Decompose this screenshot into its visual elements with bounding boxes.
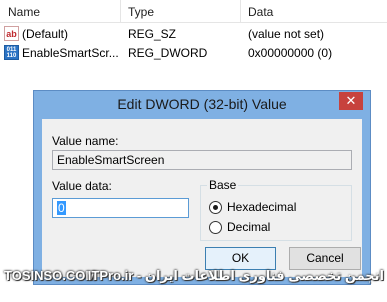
registry-value-row[interactable]: 011 110 EnableSmartScr... REG_DWORD 0x000… [0,44,387,62]
column-divider[interactable] [240,0,241,22]
value-data-label: Value data: [52,179,112,193]
edit-dword-dialog: Edit DWORD (32-bit) Value ✕ Value name: … [33,90,371,285]
watermark-right-text: انجمن تخصصی فناوری اطلاعات ایران - ITPro… [87,268,384,283]
radio-label: Decimal [227,220,271,234]
base-label: Base [207,178,239,192]
watermark-left-text: TOSINSO.COM [4,268,97,283]
column-divider[interactable] [120,0,121,22]
dialog-title: Edit DWORD (32-bit) Value [117,96,287,112]
radio-selected-icon[interactable] [209,201,222,214]
dialog-body: Value name: EnableSmartScreen Value data… [42,119,362,277]
value-data: 0x00000000 (0) [248,46,333,60]
binary-value-icon: 011 110 [4,45,19,60]
close-button[interactable]: ✕ [339,92,363,110]
value-data-input[interactable]: 0 [52,198,189,218]
value-name: EnableSmartScr... [22,46,119,60]
column-header-data[interactable]: Data [248,5,273,19]
registry-value-row[interactable]: ab (Default) REG_SZ (value not set) [0,25,387,43]
value-name-label: Value name: [52,134,119,148]
base-groupbox: Base Hexadecimal Decimal [200,178,352,241]
column-header-type[interactable]: Type [128,5,154,19]
column-header-name[interactable]: Name [8,5,40,19]
watermark: TOSINSO.COM انجمن تخصصی فناوری اطلاعات ا… [0,266,387,286]
radio-label: Hexadecimal [227,200,297,214]
close-icon: ✕ [345,93,357,108]
value-type: REG_DWORD [128,46,208,60]
dialog-title-bar[interactable]: Edit DWORD (32-bit) Value ✕ [34,91,370,118]
string-value-icon: ab [4,26,19,41]
value-data: (value not set) [248,27,325,41]
value-data-text: 0 [57,201,66,215]
list-header: Name Type Data [0,0,387,23]
radio-unselected-icon[interactable] [209,221,222,234]
value-type: REG_SZ [128,27,177,41]
value-name: (Default) [22,27,69,41]
value-name-field: EnableSmartScreen [52,150,352,170]
